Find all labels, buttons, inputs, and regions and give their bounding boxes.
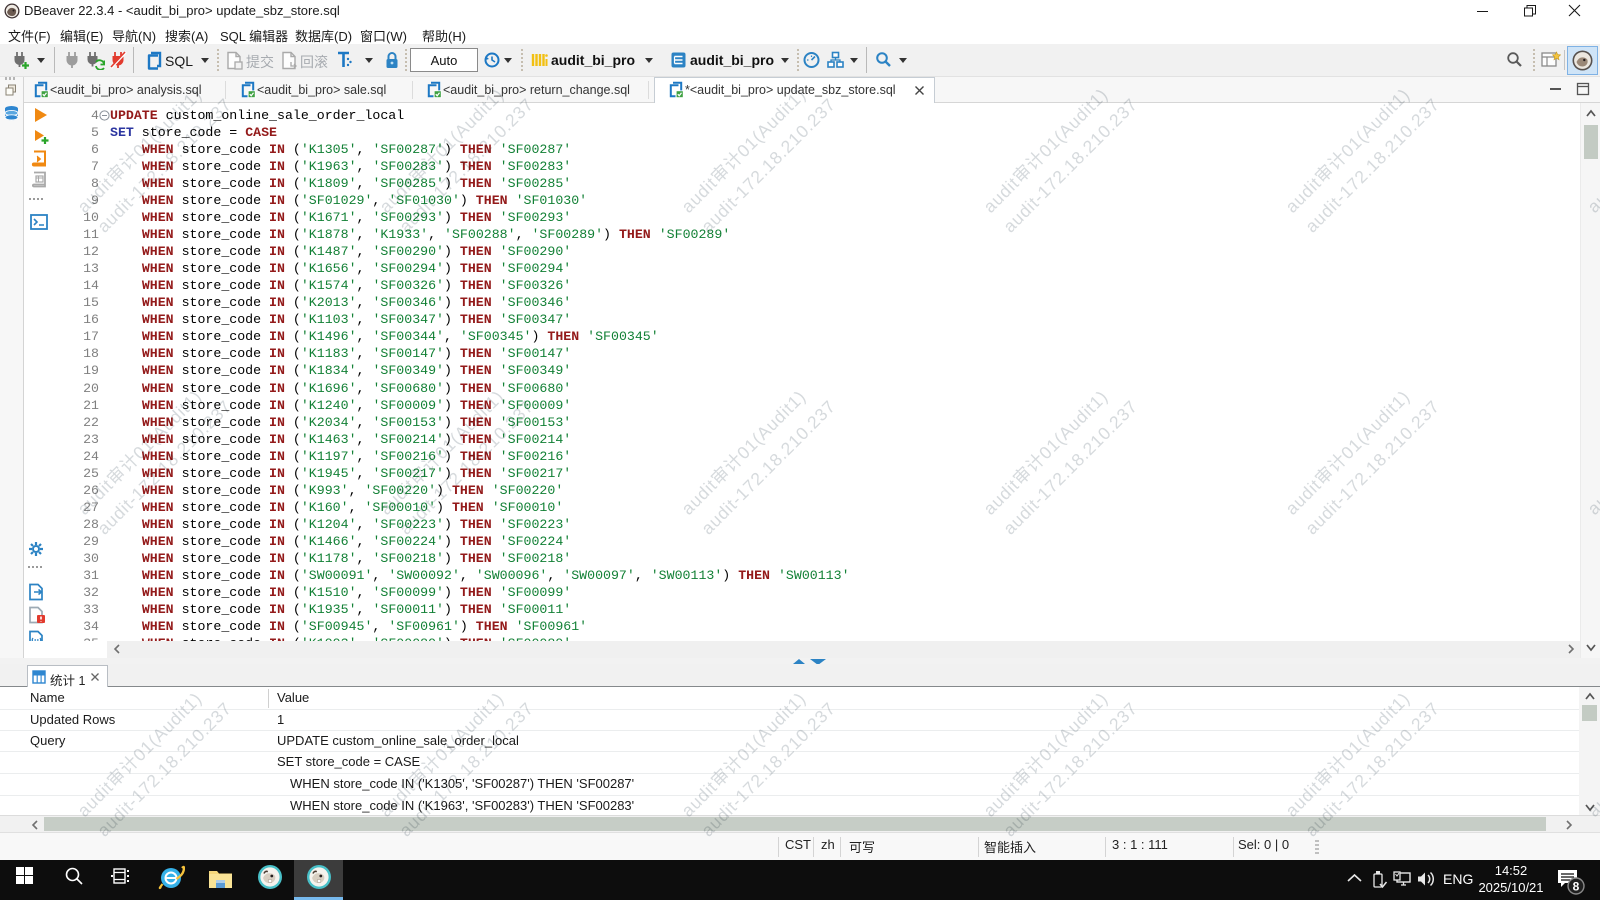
svg-text:8: 8 bbox=[1573, 880, 1580, 894]
